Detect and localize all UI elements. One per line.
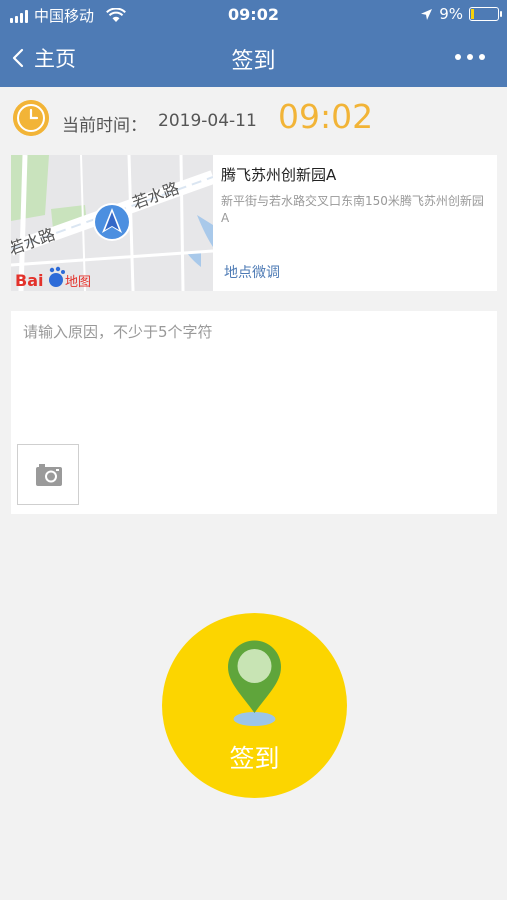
svg-text:地图: 地图	[65, 275, 91, 290]
map-view[interactable]: 若水路 若水路 Bai 地图	[11, 155, 213, 291]
adjust-location-link[interactable]: 地点微调	[224, 262, 280, 282]
battery-icon	[469, 7, 502, 21]
reason-input[interactable]	[23, 321, 483, 431]
place-name: 腾飞苏州创新园A	[221, 166, 337, 184]
add-photo-button[interactable]	[17, 444, 79, 505]
camera-icon	[36, 464, 62, 486]
more-dots-icon[interactable]	[455, 54, 485, 60]
battery-percent: 9%	[439, 5, 463, 23]
svg-text:Bai: Bai	[15, 271, 43, 290]
nav-bar: 主页 签到	[0, 30, 507, 87]
current-time-row: 当前时间： 2019-04-11 09:02	[0, 87, 507, 149]
current-clock: 09:02	[278, 97, 374, 136]
location-arrow-icon	[421, 8, 433, 20]
checkin-button[interactable]: 签到	[162, 613, 347, 798]
reason-card	[11, 311, 497, 514]
page-title: 签到	[231, 49, 276, 74]
current-time-label: 当前时间：	[62, 116, 147, 136]
location-card: 若水路 若水路 Bai 地图 腾飞苏州创新园A 新平街与若水路交叉口东南150米…	[11, 155, 497, 291]
map-canvas: 若水路 若水路 Bai 地图	[11, 155, 213, 291]
status-bar: 中国移动 09:02 9%	[0, 0, 507, 30]
clock-icon	[13, 100, 49, 136]
status-right: 9%	[420, 5, 502, 23]
navigation-arrow-icon	[93, 203, 131, 241]
place-address: 新平街与若水路交叉口东南150米腾飞苏州创新园A	[221, 194, 484, 225]
checkin-label: 签到	[229, 744, 280, 773]
current-date: 2019-04-11	[158, 111, 257, 131]
